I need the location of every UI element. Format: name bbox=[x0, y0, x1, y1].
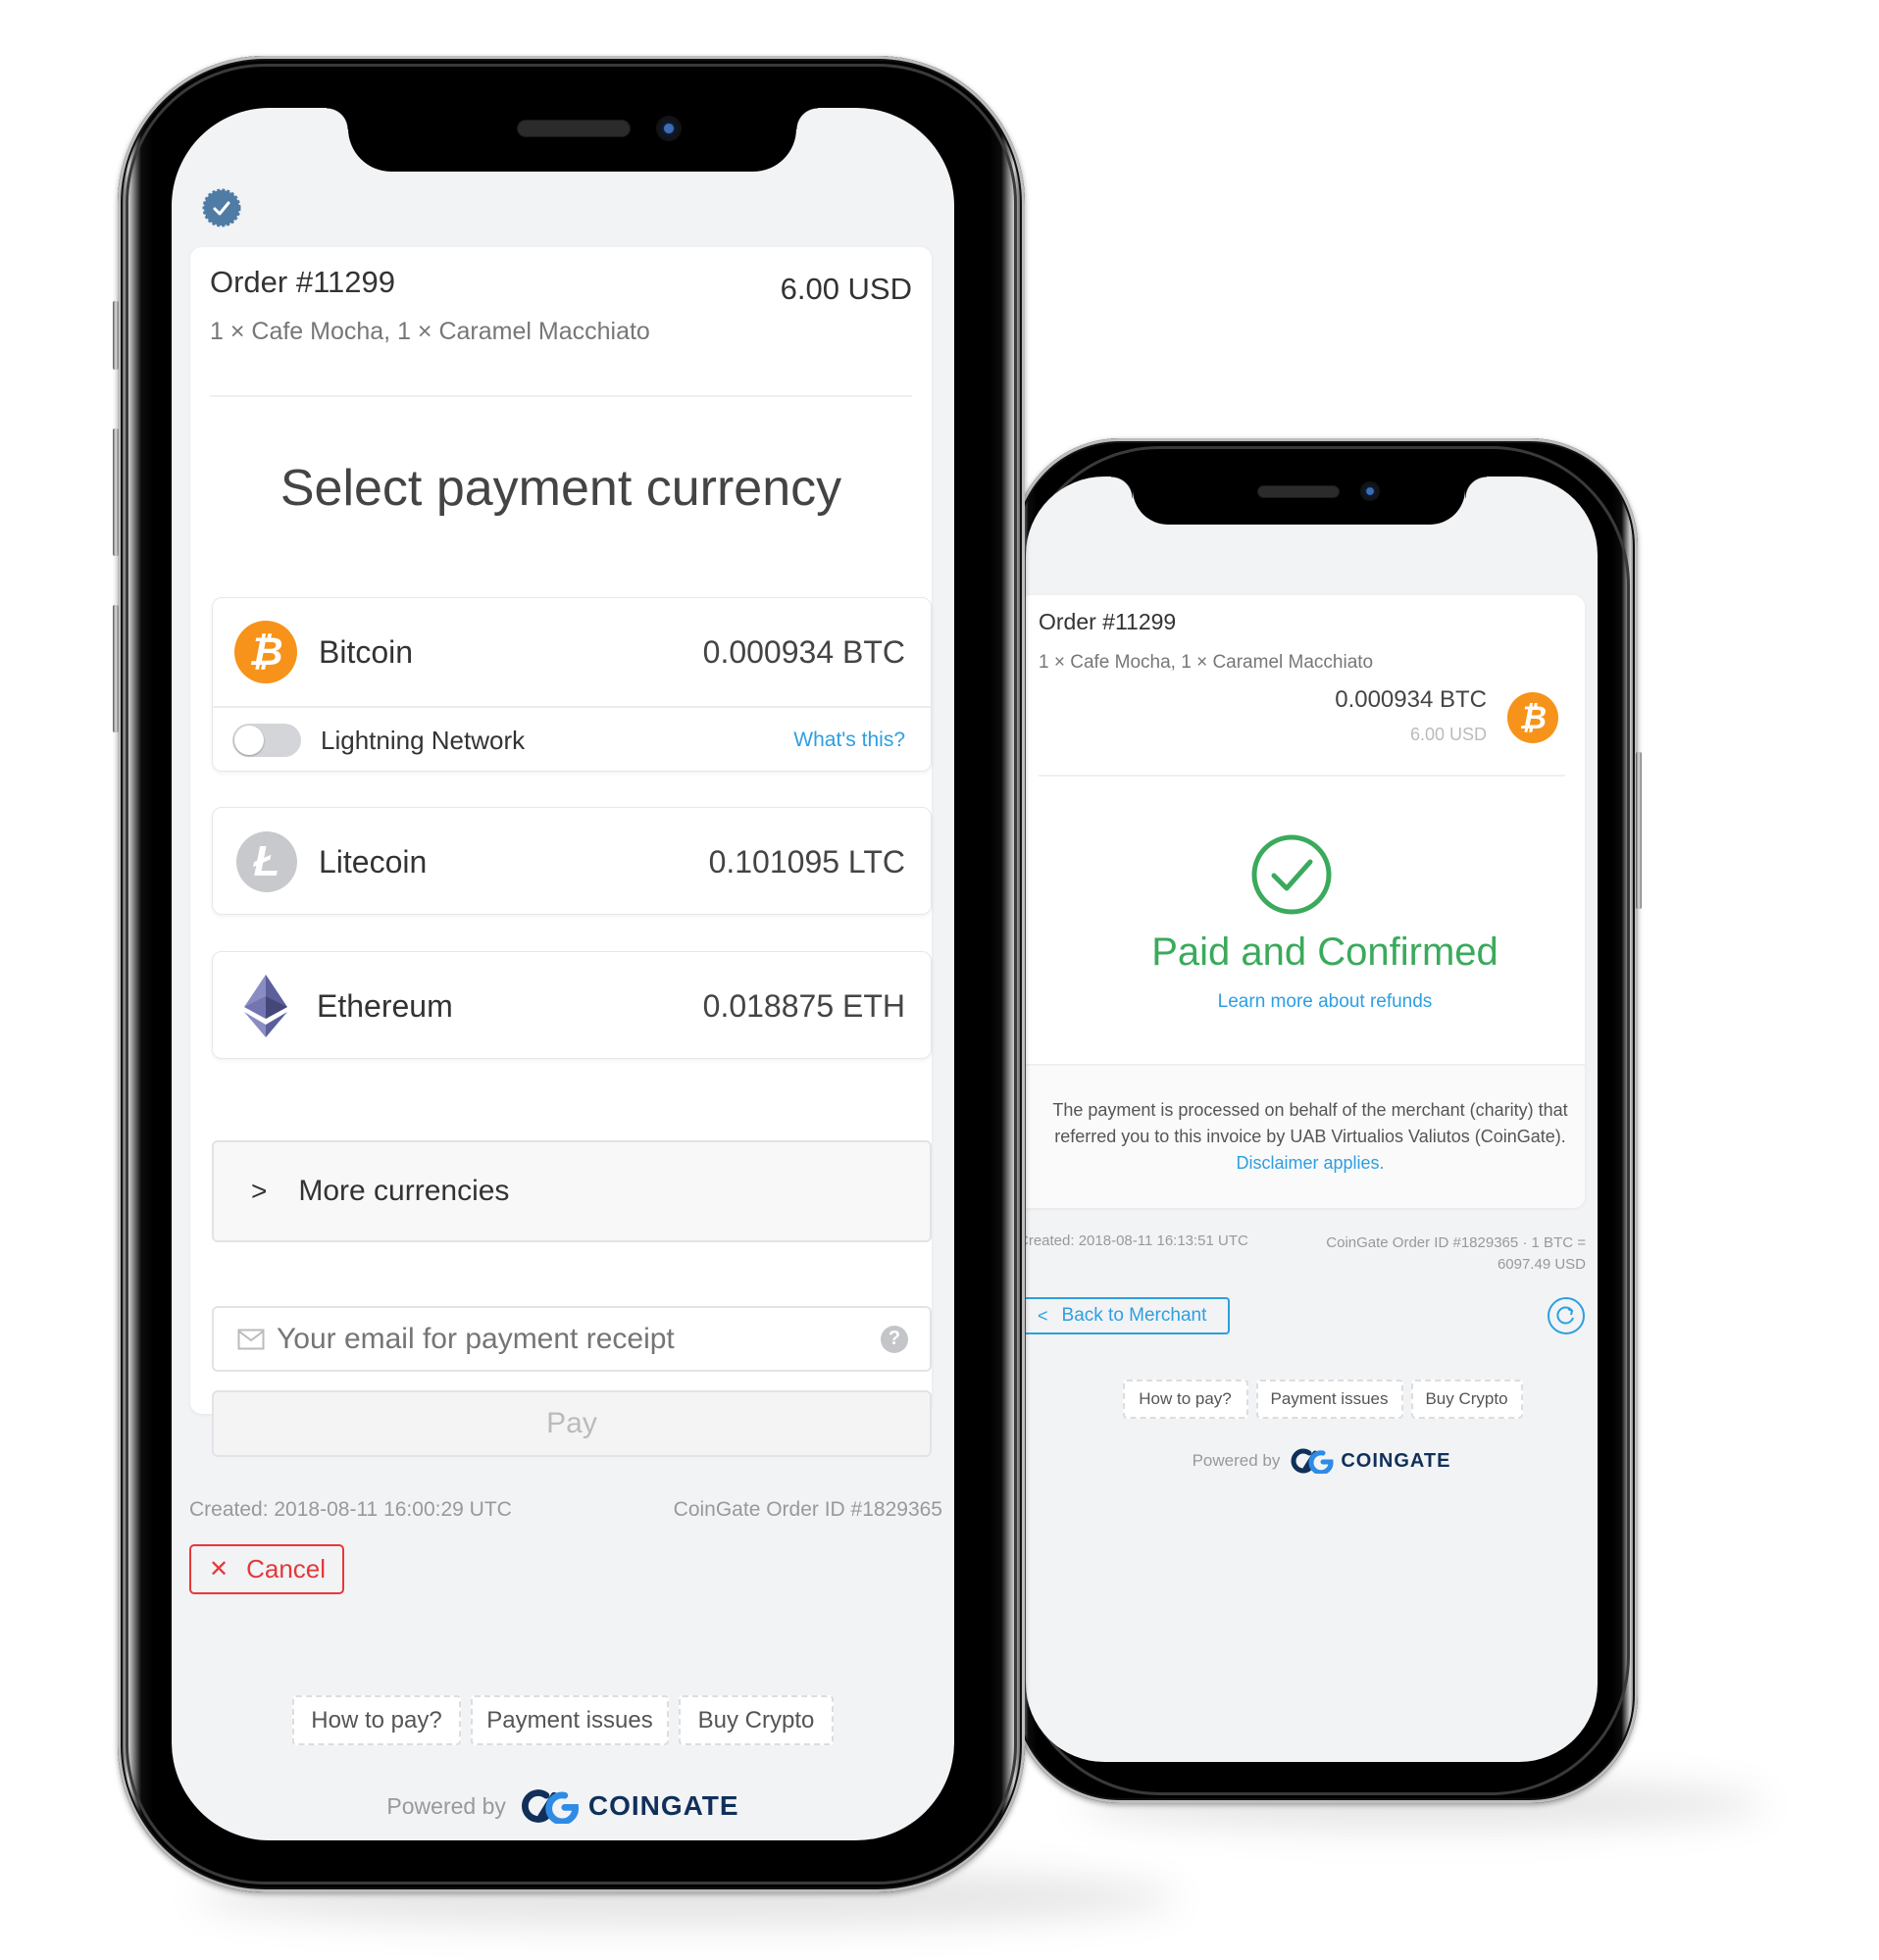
payment-issues-button[interactable]: Payment issues bbox=[1255, 1380, 1403, 1419]
bitcoin-icon: ₿ bbox=[1507, 692, 1558, 743]
divider bbox=[210, 395, 912, 397]
bitcoin-row: ₿ Bitcoin 0.000934 BTC bbox=[213, 598, 931, 706]
litecoin-row: Ł Litecoin 0.101095 LTC bbox=[213, 808, 931, 916]
speaker-grille bbox=[517, 120, 631, 137]
ethereum-icon bbox=[244, 975, 287, 1037]
envelope-icon bbox=[237, 1329, 265, 1349]
disclaimer-link[interactable]: Disclaimer applies. bbox=[1236, 1153, 1384, 1173]
front-camera bbox=[656, 116, 682, 141]
section-title: Select payment currency bbox=[279, 460, 842, 517]
cancel-label: Cancel bbox=[246, 1554, 327, 1583]
currency-option-litecoin[interactable]: Ł Litecoin 0.101095 LTC bbox=[212, 807, 932, 915]
disclaimer-body: The payment is processed on behalf of th… bbox=[1052, 1100, 1568, 1146]
right-phone-notch bbox=[1111, 477, 1487, 525]
order-title: Order #11299 bbox=[1039, 609, 1177, 634]
lightning-network-toggle[interactable] bbox=[232, 724, 301, 757]
coingate-order-id: CoinGate Order ID #1829365 bbox=[673, 1498, 942, 1521]
right-phone-screen: Order #11299 1 × Cafe Mocha, 1 × Caramel… bbox=[1026, 477, 1598, 1762]
order-id-text: CoinGate Order ID #1829365 · 1 BTC = bbox=[1326, 1234, 1586, 1251]
cancel-button[interactable]: ✕ Cancel bbox=[189, 1544, 344, 1594]
order-items: 1 × Cafe Mocha, 1 × Caramel Macchiato bbox=[1039, 652, 1374, 673]
left-phone-screen: Order #11299 6.00 USD 1 × Cafe Mocha, 1 … bbox=[172, 108, 954, 1840]
buy-crypto-button[interactable]: Buy Crypto bbox=[679, 1695, 834, 1745]
currency-amount: 0.000934 BTC bbox=[702, 633, 905, 670]
coingate-brand: COINGATE bbox=[587, 1790, 739, 1821]
close-icon: ✕ bbox=[209, 1556, 229, 1583]
volume-down-button bbox=[113, 605, 119, 732]
coingate-order-id: CoinGate Order ID #1829365 · 1 BTC = 609… bbox=[1326, 1232, 1586, 1276]
exchange-rate: 6097.49 USD bbox=[1497, 1256, 1586, 1273]
left-phone: Order #11299 6.00 USD 1 × Cafe Mocha, 1 … bbox=[113, 56, 1025, 1892]
email-input[interactable] bbox=[277, 1322, 881, 1356]
refresh-icon[interactable] bbox=[1547, 1296, 1586, 1335]
payment-status-card: Order #11299 1 × Cafe Mocha, 1 × Caramel… bbox=[1026, 595, 1585, 1208]
powered-by-label: Powered by bbox=[1192, 1451, 1281, 1470]
back-to-merchant-button[interactable]: < Back to Merchant bbox=[1026, 1297, 1230, 1334]
right-phone-side-button bbox=[1636, 752, 1642, 909]
status-title: Paid and Confirmed bbox=[1151, 930, 1498, 974]
whats-this-link[interactable]: What's this? bbox=[793, 729, 905, 752]
success-check-icon bbox=[1251, 834, 1332, 915]
payment-issues-button[interactable]: Payment issues bbox=[471, 1695, 669, 1745]
currency-name: Ethereum bbox=[317, 987, 453, 1024]
buy-crypto-button[interactable]: Buy Crypto bbox=[1410, 1380, 1523, 1419]
chevron-right-icon: > bbox=[251, 1176, 268, 1206]
currency-option-bitcoin[interactable]: ₿ Bitcoin 0.000934 BTC Lightning Network… bbox=[212, 597, 932, 772]
more-currencies-label: More currencies bbox=[298, 1175, 510, 1207]
powered-by: Powered by COINGATE bbox=[172, 1788, 954, 1824]
verified-badge-icon bbox=[202, 188, 241, 227]
currency-name: Bitcoin bbox=[319, 633, 414, 670]
back-to-merchant-label: Back to Merchant bbox=[1061, 1305, 1207, 1326]
lightning-row: Lightning Network What's this? bbox=[213, 708, 931, 773]
speaker-grille bbox=[1257, 485, 1340, 498]
help-buttons: How to pay? Payment issues Buy Crypto bbox=[1026, 1380, 1598, 1419]
litecoin-icon: Ł bbox=[236, 831, 297, 892]
bitcoin-icon: ₿ bbox=[234, 621, 297, 683]
mute-switch bbox=[113, 301, 119, 370]
help-question-icon[interactable]: ? bbox=[881, 1325, 908, 1353]
front-camera bbox=[1360, 481, 1380, 501]
email-field[interactable]: ? bbox=[212, 1306, 932, 1372]
volume-up-button bbox=[113, 428, 119, 556]
refunds-link[interactable]: Learn more about refunds bbox=[1026, 991, 1585, 1013]
lightning-label: Lightning Network bbox=[321, 725, 526, 755]
created-timestamp: Created: 2018-08-11 16:13:51 UTC bbox=[1026, 1232, 1248, 1249]
order-title: Order #11299 bbox=[210, 265, 395, 299]
currency-amount: 0.018875 ETH bbox=[702, 987, 905, 1024]
powered-by: Powered by COINGATE bbox=[1026, 1448, 1598, 1474]
coingate-logo-icon bbox=[1291, 1448, 1334, 1474]
order-total: 6.00 USD bbox=[780, 272, 912, 306]
left-phone-notch bbox=[327, 108, 818, 172]
checkout-card: Order #11299 6.00 USD 1 × Cafe Mocha, 1 … bbox=[190, 247, 932, 1457]
coingate-logo-icon bbox=[521, 1789, 579, 1824]
powered-by-label: Powered by bbox=[386, 1792, 506, 1819]
currency-option-ethereum[interactable]: Ethereum 0.018875 ETH bbox=[212, 951, 932, 1059]
pay-button[interactable]: Pay bbox=[212, 1390, 932, 1457]
disclaimer-text: The payment is processed on behalf of th… bbox=[1045, 1097, 1575, 1177]
ethereum-row: Ethereum 0.018875 ETH bbox=[213, 952, 931, 1060]
currency-name: Litecoin bbox=[319, 843, 428, 879]
paid-fiat: 6.00 USD bbox=[1409, 725, 1487, 744]
created-timestamp: Created: 2018-08-11 16:00:29 UTC bbox=[189, 1498, 512, 1521]
disclaimer-section: The payment is processed on behalf of th… bbox=[1026, 1064, 1585, 1208]
more-currencies-button[interactable]: > More currencies bbox=[212, 1140, 932, 1242]
right-phone: Order #11299 1 × Cafe Mocha, 1 × Caramel… bbox=[1012, 438, 1642, 1803]
paid-amount: 0.000934 BTC bbox=[1335, 686, 1487, 713]
how-to-pay-button[interactable]: How to pay? bbox=[1122, 1380, 1248, 1419]
divider bbox=[1039, 775, 1565, 777]
help-buttons: How to pay? Payment issues Buy Crypto bbox=[172, 1695, 954, 1745]
how-to-pay-button[interactable]: How to pay? bbox=[292, 1695, 461, 1745]
order-items: 1 × Cafe Mocha, 1 × Caramel Macchiato bbox=[210, 318, 650, 345]
coingate-brand: COINGATE bbox=[1341, 1449, 1451, 1472]
currency-amount: 0.101095 LTC bbox=[708, 843, 905, 879]
chevron-left-icon: < bbox=[1038, 1305, 1048, 1326]
